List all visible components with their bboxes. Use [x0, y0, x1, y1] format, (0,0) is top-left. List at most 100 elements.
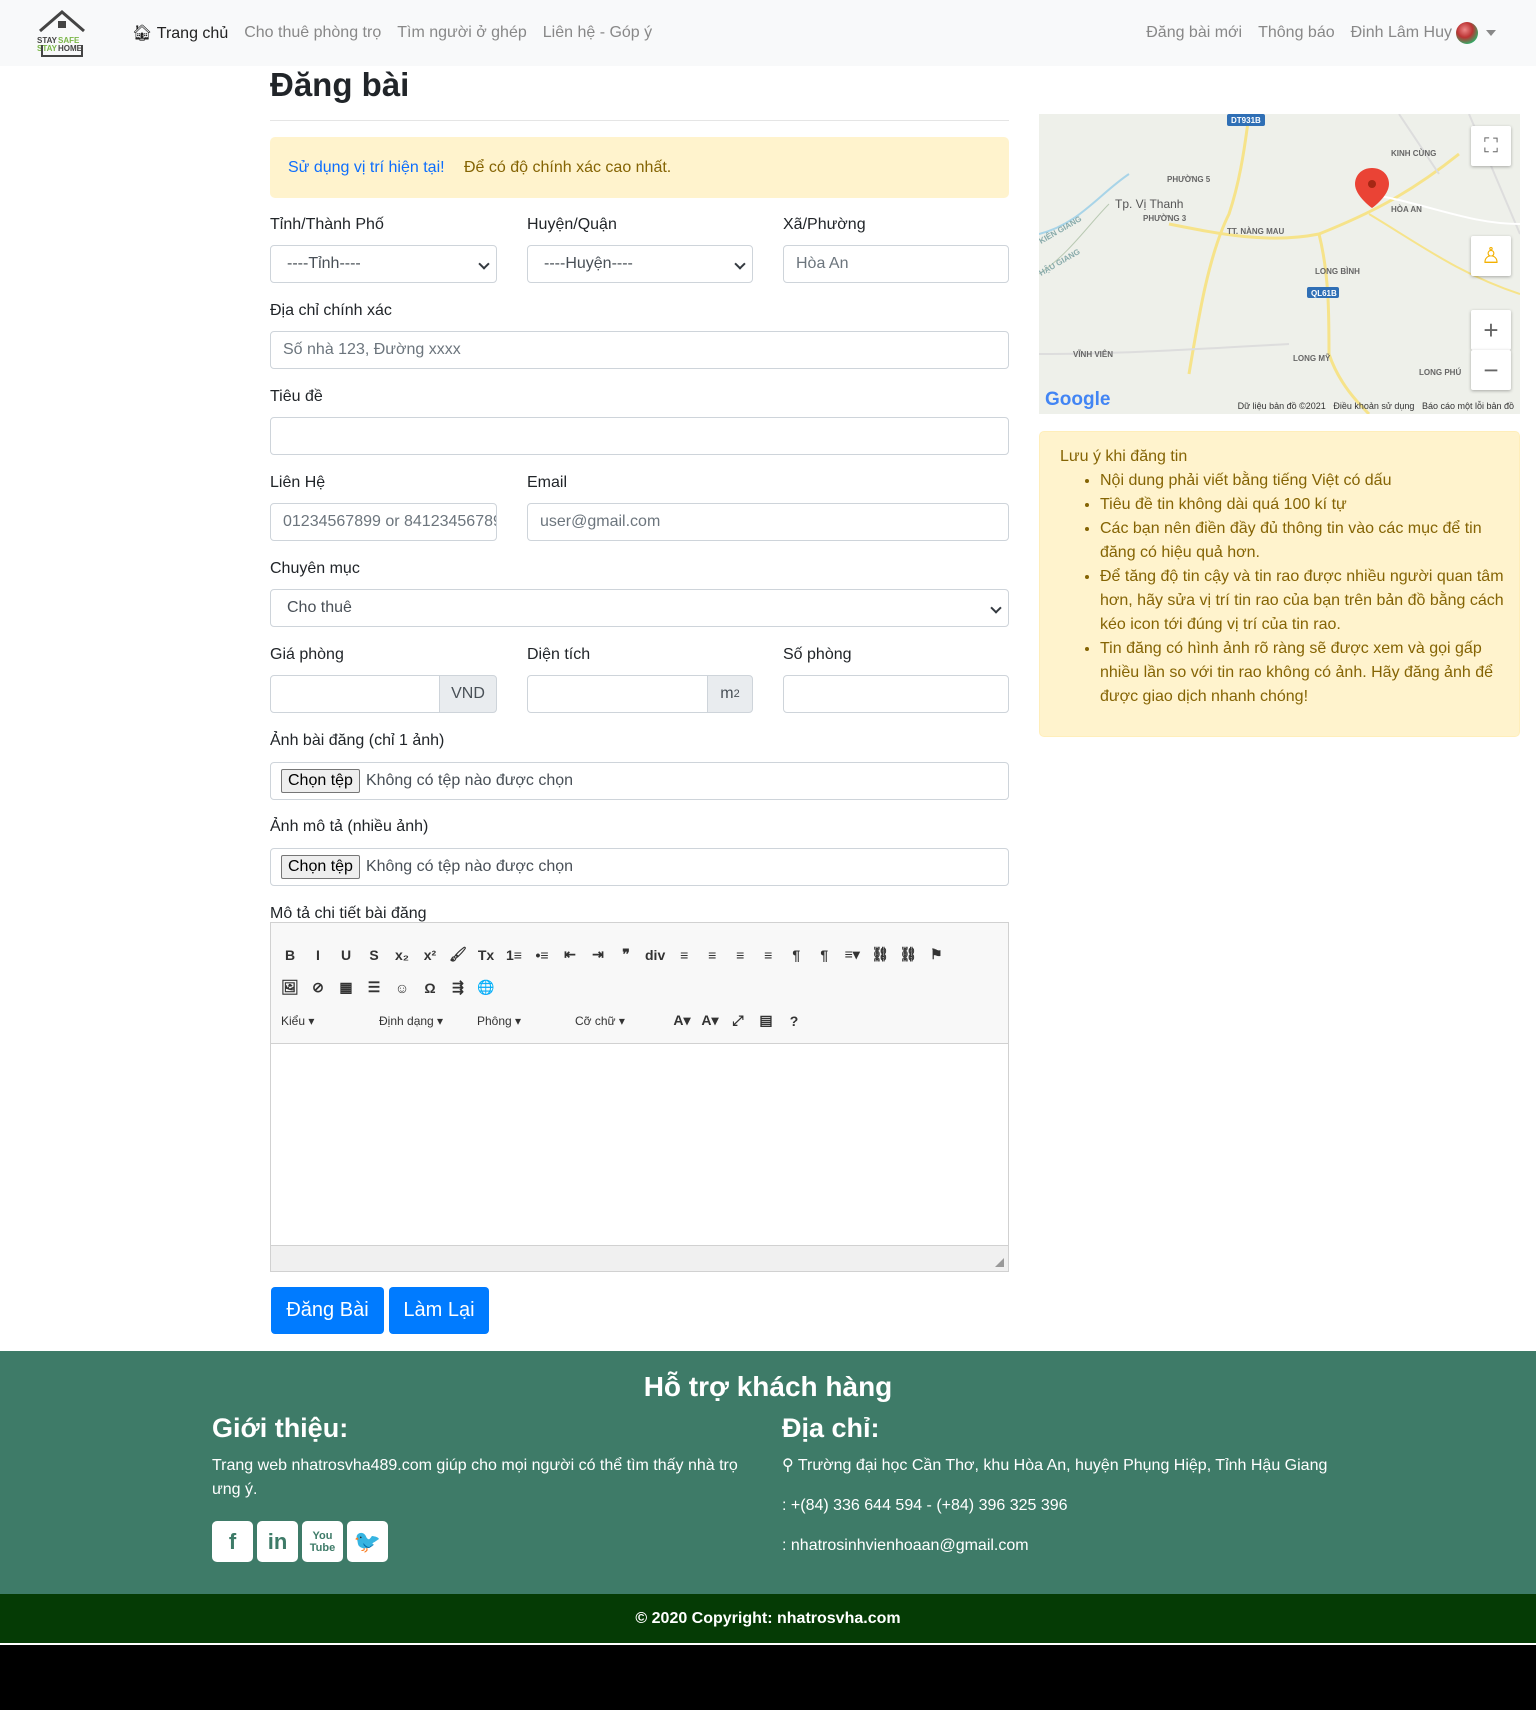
province-label: Tỉnh/Thành Phố — [270, 216, 384, 233]
editor-tool-button[interactable]: 🖼 — [281, 979, 299, 996]
list-item: Để tăng độ tin cậy và tin rao được nhiều… — [1100, 565, 1505, 637]
editor-tool-button[interactable]: ⚑ — [927, 946, 945, 963]
editor-combo[interactable]: Kiểu ▾ — [281, 1014, 369, 1028]
notes-list: Nội dung phải viết bằng tiếng Việt có dấ… — [1100, 469, 1505, 709]
resize-handle[interactable] — [995, 1258, 1004, 1267]
editor-tool-button[interactable]: ⛓ — [871, 946, 889, 963]
reset-button[interactable]: Làm Lại — [389, 1287, 489, 1334]
logo[interactable]: STAY SAFE STAY HOME — [36, 9, 88, 57]
twitter-icon[interactable]: 🐦 — [347, 1521, 388, 1562]
editor-tool-button[interactable]: ≡ — [731, 947, 749, 963]
copyright: © 2020 Copyright: nhatrosvha.com — [0, 1594, 1536, 1643]
google-logo: Google — [1045, 389, 1111, 410]
use-current-location-link[interactable]: Sử dụng vị trí hiện tại! — [288, 159, 445, 177]
editor-tool-button[interactable]: ⊘ — [309, 979, 327, 996]
editor-tool-button[interactable]: ≡▾ — [843, 946, 861, 963]
editor-tool-button[interactable]: ? — [785, 1013, 803, 1029]
list-item: Nội dung phải viết bằng tiếng Việt có dấ… — [1100, 469, 1505, 493]
editor-combo[interactable]: Cỡ chữ ▾ — [575, 1014, 663, 1028]
svg-text:STAY: STAY — [37, 44, 58, 53]
editor-tool-button[interactable]: S — [365, 947, 383, 963]
contact-input[interactable]: 01234567899 or 841234567899 — [270, 503, 497, 541]
facebook-icon[interactable]: f — [212, 1521, 253, 1562]
choose-file-button[interactable]: Chọn tệp — [281, 769, 360, 793]
map-label: DT931B — [1231, 116, 1261, 125]
district-select[interactable]: ----Huyện---- — [527, 245, 753, 283]
zoom-in-button[interactable]: + — [1471, 310, 1511, 350]
rooms-input[interactable] — [783, 675, 1009, 713]
photo-file-input[interactable]: Chọn tệp Không có tệp nào được chọn — [270, 762, 1009, 800]
title-input[interactable] — [270, 417, 1009, 455]
editor-tool-button[interactable]: ⇶ — [449, 979, 467, 996]
linkedin-icon[interactable]: in — [257, 1521, 298, 1562]
nav-roommate[interactable]: Tìm người ở ghép — [397, 24, 527, 42]
editor-tool-button[interactable]: I — [309, 947, 327, 963]
title-label: Tiêu đề — [270, 388, 323, 405]
editor-statusbar — [271, 1245, 1008, 1271]
area-input[interactable] — [527, 675, 708, 713]
editor-tool-button[interactable]: x² — [421, 947, 439, 963]
editor-tool-button[interactable]: A▾ — [701, 1012, 719, 1029]
editor-tool-button[interactable]: 1≡ — [505, 947, 523, 963]
editor-tool-button[interactable]: ❞ — [617, 946, 635, 963]
editor-tool-button[interactable]: ⛓ — [899, 946, 917, 963]
province-select[interactable]: ----Tỉnh---- — [270, 245, 497, 283]
editor-tool-button[interactable]: ¶ — [815, 947, 833, 963]
rich-text-editor[interactable]: B I U Sx₂ x² 🖌 Tx 1≡ •≡ ⇤ ⇥ ❞ div ≡ ≡ ≡ ≡ ¶ ¶ ≡▾ ⛓ ⛓ ⚑ 🖼 ⊘ ▦ ☰ ☺ Ω ⇶… — [270, 922, 1009, 1272]
editor-tool-button[interactable]: ☰ — [365, 979, 383, 996]
posting-notes: Lưu ý khi đăng tin Nội dung phải viết bằ… — [1039, 431, 1520, 737]
nav-rent[interactable]: Cho thuê phòng trọ — [244, 24, 381, 42]
email-field[interactable]: user@gmail.com — [527, 503, 1009, 541]
editor-tool-button[interactable]: 🌐 — [477, 979, 495, 996]
editor-tool-button[interactable]: ⤢ — [729, 1012, 747, 1029]
editor-tool-button[interactable]: Ω — [421, 980, 439, 996]
nav-home[interactable]: 🏠︎ Trang chủ — [132, 23, 228, 43]
editor-tool-button[interactable]: ≡ — [675, 947, 693, 963]
ward-input[interactable]: Hòa An — [783, 245, 1009, 283]
home-icon: 🏠︎ — [132, 25, 157, 42]
editor-tool-button[interactable]: ▤ — [757, 1012, 775, 1029]
zoom-out-button[interactable]: − — [1471, 350, 1511, 390]
divider — [270, 120, 1009, 121]
editor-combo[interactable]: Định dạng ▾ — [379, 1014, 467, 1028]
category-select[interactable]: Cho thuê — [270, 589, 1009, 627]
editor-tool-button[interactable]: ▦ — [337, 979, 355, 996]
nav-new-post[interactable]: Đăng bài mới — [1146, 24, 1242, 42]
editor-tool-button[interactable]: ⇤ — [561, 946, 579, 963]
map-label: TT. NÀNG MAU — [1227, 227, 1285, 236]
submit-button[interactable]: Đăng Bài — [271, 1287, 384, 1334]
editor-tool-button[interactable]: U — [337, 947, 355, 963]
choose-file-button[interactable]: Chọn tệp — [281, 855, 360, 879]
editor-tool-button[interactable]: x₂ — [393, 947, 411, 963]
youtube-icon[interactable]: You Tube — [302, 1521, 343, 1562]
address-title: Địa chỉ: — [782, 1413, 880, 1443]
editor-tool-button[interactable]: •≡ — [533, 947, 551, 963]
editor-tool-button[interactable]: ⇥ — [589, 946, 607, 963]
list-item: Tin đăng có hình ảnh rõ ràng sẽ được xem… — [1100, 637, 1505, 709]
editor-tool-button[interactable]: Tx — [477, 947, 495, 963]
nav-contact[interactable]: Liên hệ - Góp ý — [543, 24, 652, 42]
photos-file-input[interactable]: Chọn tệp Không có tệp nào được chọn — [270, 848, 1009, 886]
editor-tool-button[interactable]: ≡ — [759, 947, 777, 963]
page: STAY SAFE STAY HOME 🏠︎ Trang chủ Cho thu… — [0, 0, 1536, 1645]
photo-label: Ảnh bài đăng (chỉ 1 ảnh) — [270, 732, 445, 749]
fullscreen-icon[interactable]: ⛶ — [1471, 126, 1511, 166]
address-input[interactable]: Số nhà 123, Đường xxxx — [270, 331, 1009, 369]
map[interactable]: DT931B KINH CÙNG PHƯỜNG 5 Tp. Vị Thanh P… — [1039, 114, 1520, 414]
editor-tool-button[interactable]: B — [281, 947, 299, 963]
nav-notifications[interactable]: Thông báo — [1258, 24, 1335, 42]
editor-tool-button[interactable]: A▾ — [673, 1012, 691, 1029]
price-input[interactable] — [270, 675, 440, 713]
map-footer: Dữ liệu bản đồ ©2021 Điều khoản sử dụng … — [1237, 401, 1514, 411]
editor-tool-button[interactable]: div — [645, 947, 665, 963]
editor-tool-button[interactable]: ≡ — [703, 947, 721, 963]
chevron-down-icon — [1486, 30, 1496, 36]
photos-label: Ảnh mô tả (nhiều ảnh) — [270, 818, 429, 835]
user-menu[interactable]: Đinh Lâm Huy — [1351, 22, 1496, 44]
editor-tool-button[interactable]: 🖌 — [449, 946, 467, 963]
page-title: Đăng bài — [270, 66, 410, 103]
pegman-icon[interactable]: ♙ — [1471, 236, 1511, 276]
editor-tool-button[interactable]: ¶ — [787, 947, 805, 963]
editor-combo[interactable]: Phông ▾ — [477, 1014, 565, 1028]
editor-tool-button[interactable]: ☺ — [393, 980, 411, 996]
